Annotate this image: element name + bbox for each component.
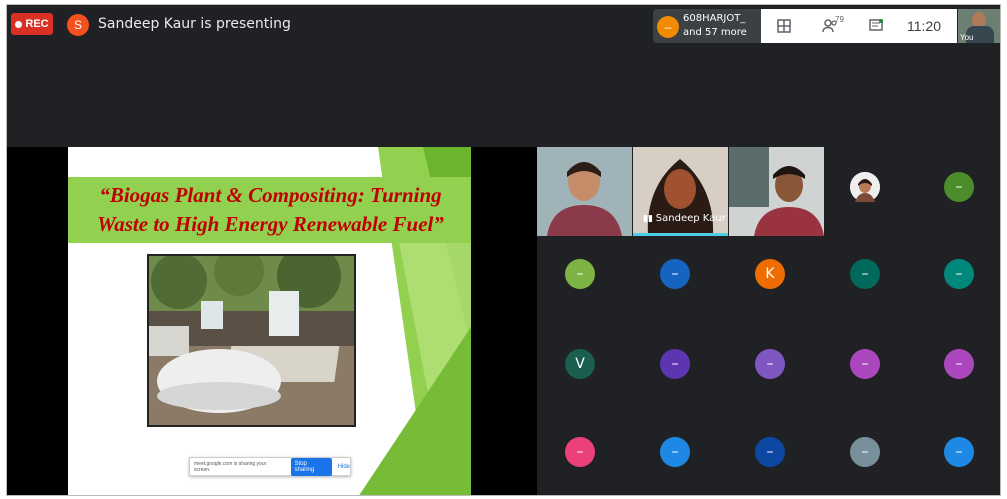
participant-avatar-tile[interactable]: – bbox=[850, 259, 880, 289]
participant-photo-avatar[interactable] bbox=[850, 172, 880, 202]
biogas-plant-photo bbox=[147, 254, 356, 427]
presentation-slide: “Biogas Plant & Compositing: Turning Was… bbox=[68, 147, 471, 495]
participant-avatar-tile[interactable]: – bbox=[755, 437, 785, 467]
participant-photo bbox=[850, 172, 880, 202]
grid-layout-icon bbox=[777, 19, 791, 33]
participant-avatar-tile[interactable]: – bbox=[944, 172, 974, 202]
participant-more: and 57 more bbox=[683, 27, 747, 38]
participant-avatar-tile[interactable]: – bbox=[944, 437, 974, 467]
chat-icon bbox=[869, 19, 883, 31]
photo-illustration bbox=[149, 256, 354, 425]
participant-avatar-tile[interactable]: – bbox=[944, 259, 974, 289]
video-tile-1[interactable] bbox=[537, 147, 632, 236]
participant-avatar-tile[interactable]: K bbox=[755, 259, 785, 289]
presenter-avatar: S bbox=[67, 14, 89, 36]
video-tile-3[interactable] bbox=[729, 147, 824, 236]
participants-chip[interactable]: – 608HARJOT_ and 57 more bbox=[653, 9, 761, 43]
people-button[interactable]: 79 bbox=[807, 9, 853, 43]
top-toolbar: 79 11:20 bbox=[761, 9, 957, 43]
meet-window: REC S Sandeep Kaur is presenting – 608HA… bbox=[6, 4, 1001, 496]
clock: 11:20 bbox=[907, 18, 941, 34]
participant-avatar: – bbox=[657, 16, 679, 38]
presenting-status: Sandeep Kaur is presenting bbox=[98, 16, 291, 32]
recording-indicator: REC bbox=[11, 13, 53, 35]
self-label: You bbox=[960, 33, 974, 42]
participant-avatar-tile[interactable]: – bbox=[660, 437, 690, 467]
chat-button[interactable] bbox=[853, 9, 899, 43]
participant-avatar-tile[interactable]: – bbox=[944, 349, 974, 379]
hide-button[interactable]: Hide bbox=[338, 464, 350, 470]
active-speaker-label: ▮▮ Sandeep Kaur bbox=[643, 213, 726, 224]
screen-share-notice: meet.google.com is sharing your screen. … bbox=[189, 457, 351, 476]
share-notice-text: meet.google.com is sharing your screen. bbox=[194, 460, 267, 473]
participant-avatar-tile[interactable]: – bbox=[660, 259, 690, 289]
participant-avatar-tile[interactable]: – bbox=[850, 349, 880, 379]
participant-avatar-tile[interactable]: V bbox=[565, 349, 595, 379]
sound-wave-icon: ▮▮ bbox=[643, 214, 656, 224]
rec-label: REC bbox=[25, 18, 49, 30]
participant-name: 608HARJOT_ bbox=[683, 13, 746, 24]
layout-button[interactable] bbox=[761, 9, 807, 43]
participant-avatar-tile[interactable]: – bbox=[565, 437, 595, 467]
participant-avatar-tile[interactable]: – bbox=[660, 349, 690, 379]
active-speaker-indicator bbox=[633, 233, 728, 236]
stop-sharing-button[interactable]: Stop sharing bbox=[290, 457, 332, 476]
participant-video bbox=[729, 147, 824, 236]
participant-avatar-tile[interactable]: – bbox=[850, 437, 880, 467]
slide-title-line2: Waste to High Energy Renewable Fuel” bbox=[97, 212, 444, 236]
self-view-tile[interactable]: You bbox=[958, 9, 1000, 43]
participant-avatar-tile[interactable]: – bbox=[565, 259, 595, 289]
slide-title-line1: “Biogas Plant & Compositing: Turning bbox=[99, 183, 442, 207]
participant-video bbox=[537, 147, 632, 236]
participant-avatar-tile[interactable]: – bbox=[755, 349, 785, 379]
active-speaker-name: Sandeep Kaur bbox=[655, 213, 726, 224]
slide-title: “Biogas Plant & Compositing: Turning Was… bbox=[78, 181, 463, 239]
record-dot-icon bbox=[15, 20, 23, 28]
people-count: 79 bbox=[835, 15, 844, 24]
